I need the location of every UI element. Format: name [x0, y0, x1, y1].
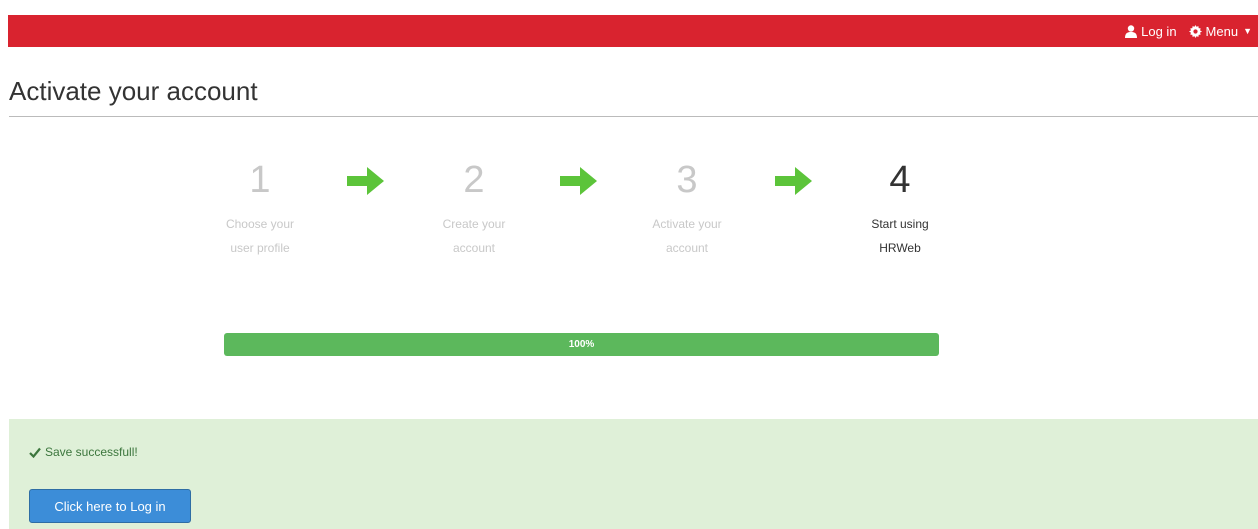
- progress-label: 100%: [568, 339, 595, 350]
- progress-fill: 100%: [224, 333, 939, 356]
- step-label: Activate your account: [652, 217, 722, 255]
- menu-dropdown[interactable]: Menu ▼: [1188, 23, 1252, 39]
- login-button[interactable]: Click here to Log in: [29, 489, 191, 523]
- gear-icon: [1188, 24, 1202, 38]
- success-text: Save successfull!: [45, 445, 138, 459]
- checkmark-icon: [29, 447, 41, 458]
- title-divider: [9, 116, 1258, 117]
- step-label: Start using HRWeb: [871, 217, 929, 255]
- step-label: Create your account: [442, 217, 506, 255]
- step-2: 2 Create your account: [424, 158, 524, 260]
- step-label: Choose your user profile: [225, 217, 295, 255]
- step-number: 4: [889, 159, 911, 201]
- user-icon: [1125, 24, 1138, 38]
- step-4: 4 Start using HRWeb: [850, 158, 950, 260]
- step-number: 1: [249, 159, 271, 201]
- login-label: Log in: [1141, 23, 1177, 39]
- step-number: 2: [463, 159, 485, 201]
- step-1: 1 Choose your user profile: [210, 158, 310, 260]
- arrow-right-icon: [560, 167, 597, 195]
- caret-down-icon: ▼: [1243, 26, 1252, 36]
- page-title: Activate your account: [9, 76, 258, 106]
- step-3: 3 Activate your account: [637, 158, 737, 260]
- progress-bar: 100%: [224, 333, 939, 356]
- arrow-right-icon: [347, 167, 384, 195]
- success-message: Save successfull!: [29, 445, 138, 459]
- menu-label: Menu: [1205, 23, 1239, 39]
- success-alert: Save successfull! Click here to Log in: [9, 419, 1258, 529]
- arrow-right-icon: [775, 167, 812, 195]
- step-number: 3: [676, 159, 698, 201]
- top-navbar: Log in Menu ▼: [8, 15, 1258, 47]
- login-link[interactable]: Log in: [1125, 23, 1177, 39]
